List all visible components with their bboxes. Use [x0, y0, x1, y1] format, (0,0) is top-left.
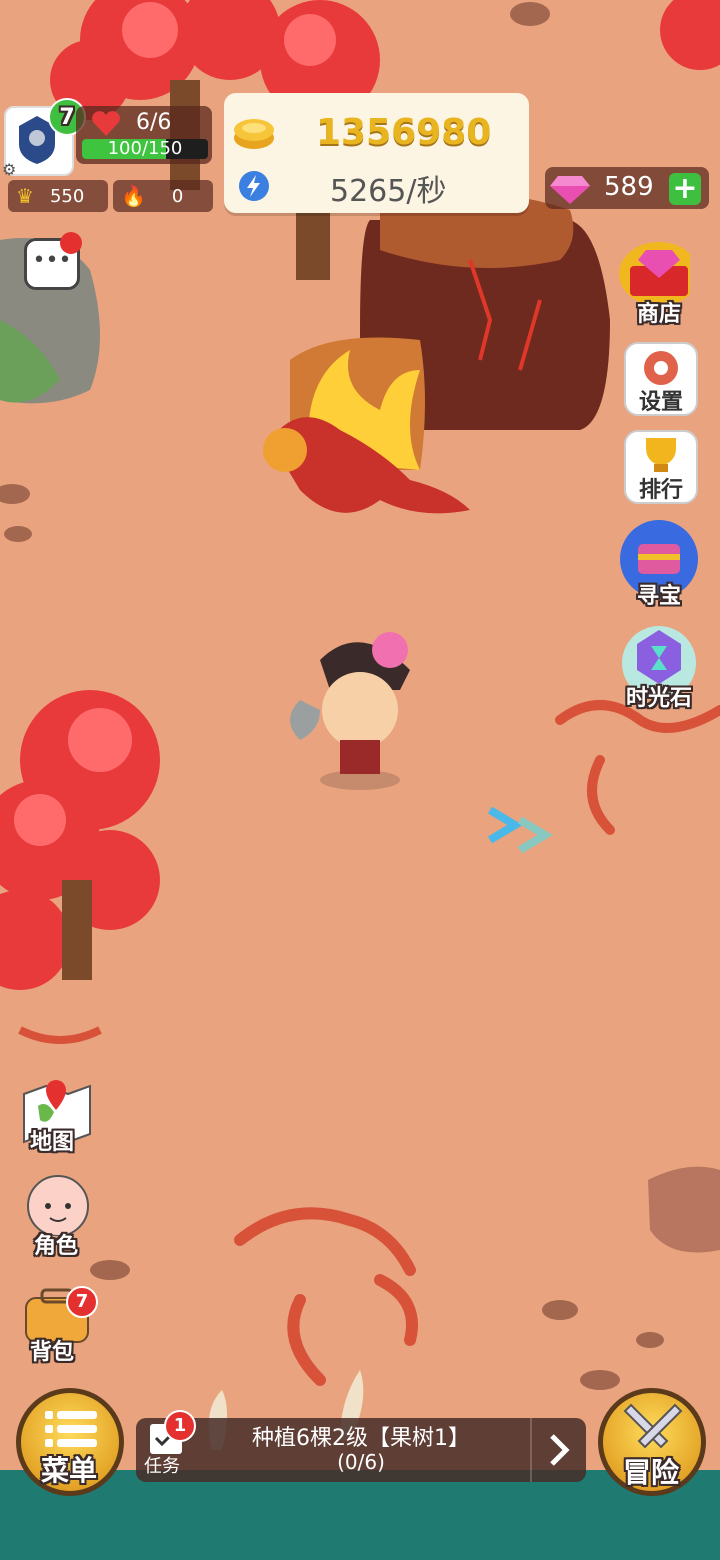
adventure-label: 冒险 [623, 1456, 680, 1489]
flame-stat: 🔥 0 [113, 180, 213, 212]
game-scene: 7 ⚙ 6/6 100/150 ♛ 550 🔥 0 ••• 1356980 52… [0, 0, 720, 1560]
character-button[interactable]: 角色 [20, 1172, 94, 1259]
settings-button[interactable]: 设置 [624, 342, 698, 416]
quest-progress: (0/6) [337, 1450, 385, 1474]
list-icon [45, 1411, 97, 1447]
hearts-count: 6/6 [136, 110, 172, 135]
shop-button[interactable]: 商店 [616, 236, 699, 327]
settings-gear-icon[interactable]: ⚙ [2, 160, 16, 179]
bag-label: 背包 [30, 1340, 75, 1365]
income-rate: 5265/秒 [330, 174, 447, 209]
task-badge: 1 [164, 1410, 196, 1442]
bag-badge: 7 [66, 1286, 98, 1318]
lightning-icon [239, 171, 269, 201]
treasure-hunt-button[interactable]: 寻宝 [618, 518, 700, 609]
time-stone-label: 时光石 [625, 686, 692, 711]
gem-amount: 589 [604, 172, 654, 202]
coin-amount: 1356980 [316, 112, 492, 153]
trophy-icon [646, 438, 676, 472]
settings-label: 设置 [638, 390, 683, 415]
menu-button[interactable]: 菜单 [16, 1388, 124, 1496]
energy-text: 100/150 [107, 138, 183, 159]
chat-notification-dot [60, 232, 82, 254]
quest-go-button[interactable] [530, 1418, 588, 1482]
character-label: 角色 [34, 1234, 79, 1259]
gear-icon [644, 351, 678, 385]
terrain-background [0, 0, 720, 1560]
ranking-button[interactable]: 排行 [624, 430, 698, 504]
flame-icon: 🔥 [121, 184, 146, 208]
bottom-water [0, 1470, 720, 1560]
task-label: 任务 [144, 1456, 180, 1477]
ranking-label: 排行 [638, 478, 683, 503]
coin-stack-icon [234, 119, 274, 149]
arrow-right-icon [550, 1434, 570, 1466]
map-button[interactable]: 地图 [20, 1076, 94, 1155]
crown-count: 550 [49, 185, 85, 207]
time-stone-button[interactable]: 时光石 [618, 622, 700, 711]
flame-count: 0 [171, 185, 184, 207]
crown-icon: ♛ [16, 184, 34, 208]
crossed-swords-icon [623, 1403, 683, 1449]
character-face-icon [27, 1175, 89, 1237]
quest-title: 种植6棵2级【果树1】 [252, 1426, 470, 1451]
gem-icon [550, 176, 590, 204]
menu-label: 菜单 [41, 1454, 98, 1487]
adventure-button[interactable]: 冒险 [598, 1388, 706, 1496]
add-gems-button[interactable]: + [669, 173, 701, 205]
shop-label: 商店 [636, 302, 681, 327]
heart-icon [92, 111, 120, 136]
map-label: 地图 [30, 1130, 75, 1155]
treasure-hunt-label: 寻宝 [636, 584, 681, 609]
crown-stat: ♛ 550 [8, 180, 108, 212]
